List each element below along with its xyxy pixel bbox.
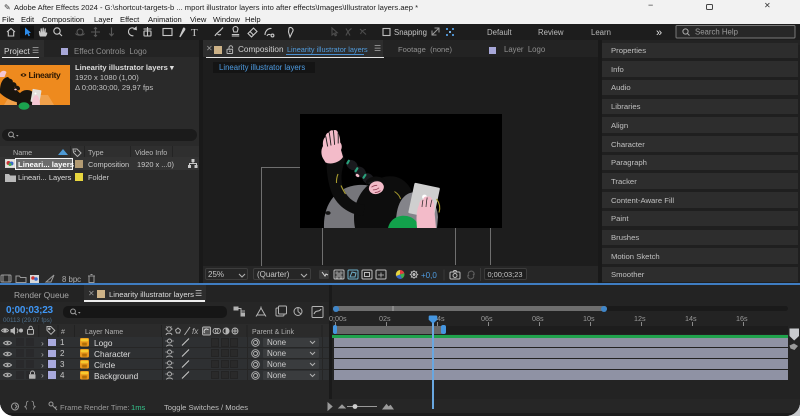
svg-text:Review: Review [538, 28, 564, 37]
svg-text:Linearity: Linearity [29, 70, 62, 80]
svg-text:T: T [191, 27, 198, 39]
svg-text:Snapping: Snapping [394, 28, 427, 37]
svg-text:Search Help: Search Help [695, 28, 739, 37]
svg-text:#: # [61, 329, 65, 336]
svg-text:Learn: Learn [591, 28, 611, 37]
svg-text:Parent & Link: Parent & Link [252, 329, 295, 336]
svg-text:fx: fx [192, 327, 199, 336]
svg-text:»: » [656, 27, 662, 39]
svg-text:+0,0: +0,0 [421, 271, 437, 280]
svg-text:Default: Default [487, 28, 513, 37]
svg-text:Layer Name: Layer Name [85, 329, 123, 336]
